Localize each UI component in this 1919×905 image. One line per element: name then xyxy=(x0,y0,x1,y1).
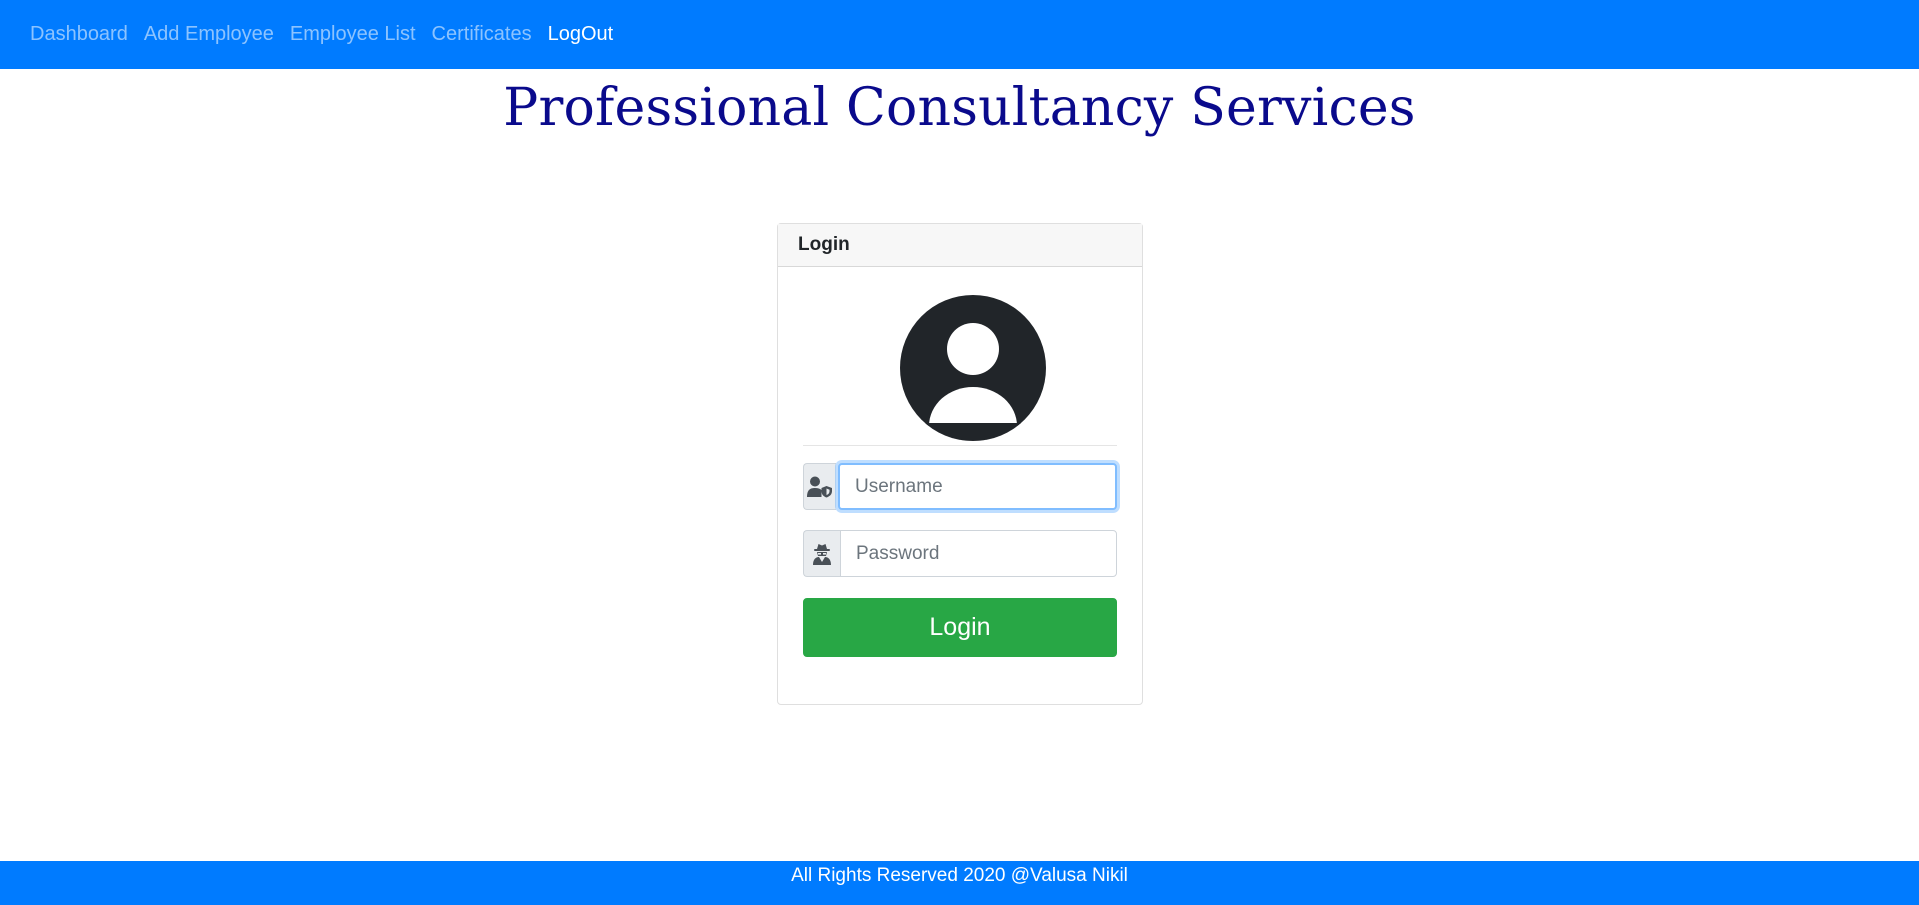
footer: All Rights Reserved 2020 @Valusa Nikil xyxy=(0,861,1919,905)
page-title: Professional Consultancy Services xyxy=(503,78,1416,138)
login-card-header: Login xyxy=(778,224,1142,267)
nav-link-add-employee[interactable]: Add Employee xyxy=(144,23,274,46)
top-navbar: Dashboard Add Employee Employee List Cer… xyxy=(0,0,1919,69)
nav-link-employee-list[interactable]: Employee List xyxy=(290,23,416,46)
nav-link-dashboard[interactable]: Dashboard xyxy=(30,23,128,46)
user-circle-icon xyxy=(900,295,1046,441)
login-card: Login Username Login xyxy=(777,223,1143,705)
nav-link-certificates[interactable]: Certificates xyxy=(432,23,532,46)
nav-link-logout[interactable]: LogOut xyxy=(548,23,614,46)
user-secret-icon xyxy=(803,530,840,577)
username-input[interactable] xyxy=(838,463,1117,510)
username-input-group xyxy=(803,463,1117,510)
avatar-divider xyxy=(803,445,1117,446)
password-input-group xyxy=(803,530,1117,577)
login-button[interactable]: Login xyxy=(803,598,1117,657)
user-shield-icon xyxy=(803,463,836,510)
footer-text: All Rights Reserved 2020 @Valusa Nikil xyxy=(791,865,1128,886)
password-input[interactable] xyxy=(840,530,1117,577)
